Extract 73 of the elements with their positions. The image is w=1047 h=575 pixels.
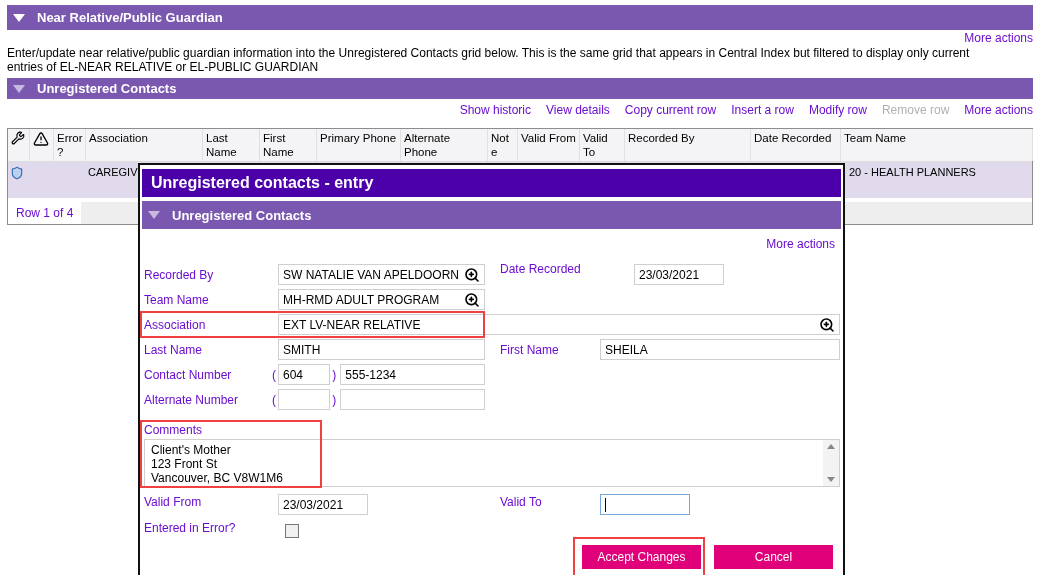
field-label: Association (144, 317, 207, 332)
wrench-icon (11, 131, 25, 145)
more-actions-link[interactable]: More actions (964, 31, 1033, 45)
paren-text: ) (332, 392, 338, 407)
column-header: First Name (263, 131, 295, 159)
field-label: Recorded By (144, 267, 215, 282)
column-header: Error ? (57, 131, 83, 159)
association-field[interactable]: EXT LV-NEAR RELATIVE (278, 314, 840, 335)
field-label: Valid To (500, 494, 543, 509)
caret-icon[interactable] (13, 84, 25, 93)
column-header: Last Name (206, 131, 238, 159)
magnifier-plus-icon[interactable] (464, 291, 480, 308)
column-header: Valid From (521, 131, 576, 145)
toolbar-link[interactable]: View details (546, 103, 610, 117)
table-cell: 20 - HEALTH PLANNERS (849, 166, 976, 178)
date-field[interactable]: 23/03/2021 (278, 494, 368, 515)
date-field[interactable] (600, 494, 690, 515)
warning-icon (33, 131, 49, 147)
checkbox[interactable] (285, 523, 299, 538)
magnifier-plus-icon[interactable] (464, 266, 480, 283)
field-label: Contact Number (144, 367, 233, 382)
column-header: Note (491, 131, 510, 159)
phone-field[interactable]: 555-1234 (340, 364, 485, 385)
field-label: First Name (500, 342, 560, 357)
comments-field[interactable]: Client's Mother 123 Front St Vancouver, BC V8W1M6 (144, 439, 840, 487)
dialog-title: Unregistered contacts - entry (151, 174, 374, 192)
column-header: Association (89, 131, 148, 145)
paren-text: ( (272, 392, 277, 407)
caret-icon[interactable] (13, 13, 25, 22)
toolbar-link[interactable]: Copy current row (624, 103, 717, 117)
field-label: Team Name (144, 292, 210, 307)
field-label: Entered in Error? (144, 520, 237, 535)
toolbar-link[interactable]: Show historic (459, 103, 531, 117)
area-code-field[interactable]: 604 (278, 364, 331, 385)
toolbar-link[interactable]: Insert a row (731, 103, 794, 117)
column-header: Recorded By (628, 131, 695, 145)
field-label: Last Name (144, 342, 204, 357)
phone-field[interactable] (340, 389, 485, 410)
action-button[interactable]: Accept Changes (582, 545, 701, 569)
last-name-field[interactable]: SMITH (278, 339, 485, 360)
shield-icon (10, 166, 24, 180)
scrollbar[interactable] (823, 440, 839, 486)
field-label: Date Recorded (500, 262, 582, 276)
panel-title: Unregistered Contacts (37, 81, 177, 96)
toolbar-link[interactable]: More actions (964, 103, 1033, 117)
magnifier-plus-icon[interactable] (819, 316, 835, 333)
panel-title: Near Relative/Public Guardian (37, 10, 223, 25)
column-header: Date Recorded (754, 131, 832, 145)
field-label: Alternate Number (144, 392, 240, 407)
team-name-field[interactable]: MH-RMD ADULT PROGRAM (278, 289, 485, 310)
section-title: Unregistered Contacts (172, 207, 312, 223)
first-name-field[interactable]: SHEILA (600, 339, 840, 360)
scroll-up-icon[interactable] (827, 444, 835, 449)
scroll-down-icon[interactable] (827, 477, 835, 482)
toolbar-link[interactable]: Modify row (808, 103, 867, 117)
field-label: Comments (144, 423, 203, 437)
more-actions-link[interactable]: More actions (766, 237, 835, 251)
recorded-by-field[interactable]: SW NATALIE VAN APELDOORN (278, 264, 485, 285)
table-cell: CAREGIV (88, 166, 138, 178)
description-text: Enter/update near relative/public guardian information into the Unregistered Contacts grid below. This is the same grid that appears in Central Index but filtered to display only current entries of EL-NEAR RELATIVE or EL-PUBLIC GUARDIAN (7, 46, 971, 74)
date-field[interactable]: 23/03/2021 (634, 264, 724, 285)
column-header: Team Name (844, 131, 906, 145)
column-header: Alternate Phone (404, 131, 452, 159)
field-label: Valid From (144, 494, 203, 509)
action-button[interactable]: Cancel (714, 545, 833, 569)
column-header: Primary Phone (320, 131, 397, 145)
row-count: Row 1 of 4 (8, 202, 82, 224)
area-code-field[interactable] (278, 389, 331, 410)
caret-icon[interactable] (148, 211, 160, 219)
paren-text: ) (332, 367, 338, 382)
column-header: Valid To (583, 131, 609, 159)
paren-text: ( (272, 367, 277, 382)
comments-text: Client's Mother 123 Front St Vancouver, BC V8W1M6 (151, 443, 283, 486)
